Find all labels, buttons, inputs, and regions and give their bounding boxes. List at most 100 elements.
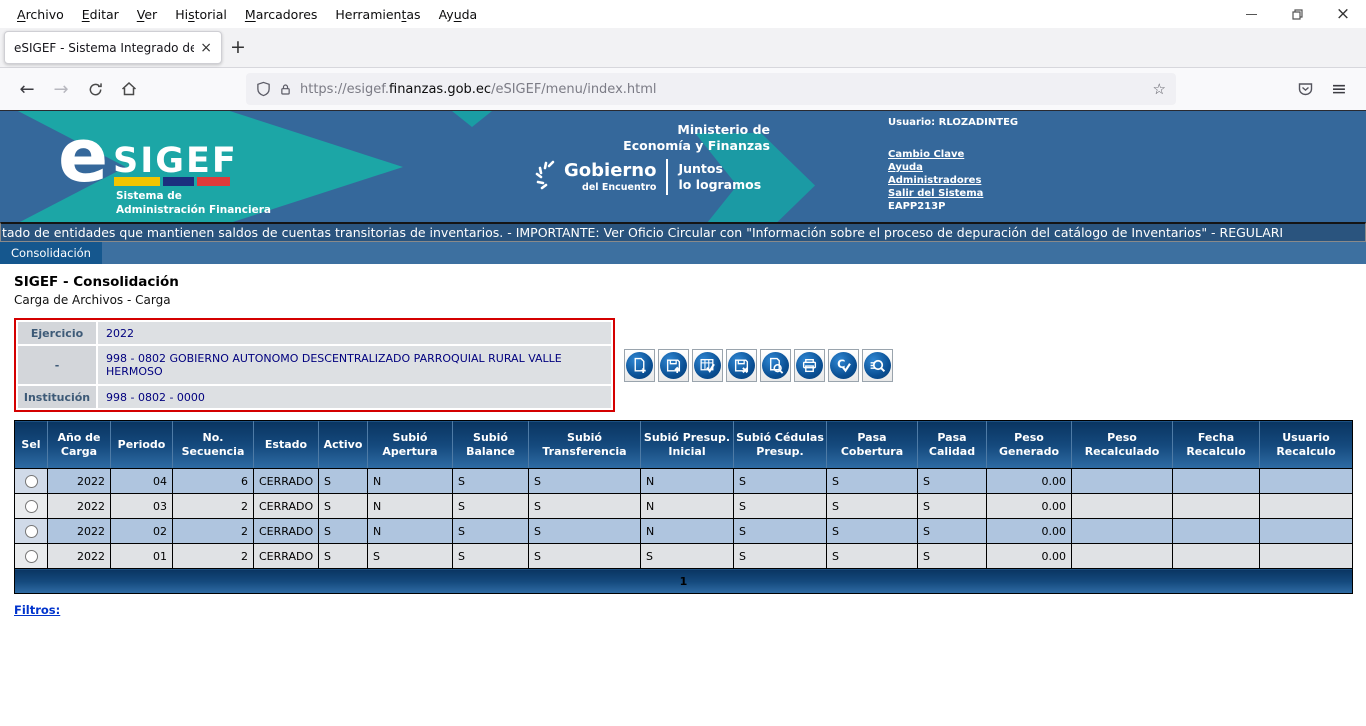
cell: 0.00 bbox=[987, 469, 1072, 494]
pocket-button[interactable] bbox=[1288, 73, 1322, 105]
cell: S bbox=[368, 544, 453, 569]
menu-ayuda[interactable]: Ayuda bbox=[430, 2, 487, 27]
print-button[interactable] bbox=[794, 349, 825, 382]
minimize-icon bbox=[1246, 14, 1257, 15]
app-code: EAPP213P bbox=[888, 200, 1018, 213]
save-upload-icon bbox=[660, 352, 687, 379]
row-select-radio[interactable] bbox=[25, 500, 38, 513]
menu-marcadores[interactable]: Marcadores bbox=[236, 2, 327, 27]
row-select-radio[interactable] bbox=[25, 475, 38, 488]
menu-editar[interactable]: Editar bbox=[73, 2, 128, 27]
tab-title: eSIGEF - Sistema Integrado de Gestió bbox=[14, 41, 194, 55]
cell: S bbox=[734, 469, 827, 494]
home-button[interactable] bbox=[112, 73, 146, 105]
cell: N bbox=[641, 494, 734, 519]
menu-ver[interactable]: Ver bbox=[128, 2, 166, 27]
row-select-radio[interactable] bbox=[25, 550, 38, 563]
pagination-page-1[interactable]: 1 bbox=[15, 569, 1353, 594]
validate-grid-button[interactable] bbox=[692, 349, 723, 382]
form-value-entidad: 998 - 0802 GOBIERNO AUTONOMO DESCENTRALI… bbox=[98, 346, 611, 384]
reload-button[interactable] bbox=[78, 73, 112, 105]
save-upload-button[interactable] bbox=[658, 349, 689, 382]
cell: S bbox=[734, 544, 827, 569]
menu-herramientas[interactable]: Herramientas bbox=[326, 2, 429, 27]
shield-icon[interactable] bbox=[256, 81, 271, 97]
consult-button[interactable] bbox=[862, 349, 893, 382]
cell: 03 bbox=[111, 494, 173, 519]
cell: S bbox=[827, 544, 918, 569]
cell: S bbox=[319, 469, 368, 494]
delete-record-button[interactable] bbox=[726, 349, 757, 382]
new-tab-button[interactable]: + bbox=[222, 31, 254, 63]
url-bar[interactable]: https://esigef.finanzas.gob.ec/eSIGEF/me… bbox=[246, 73, 1176, 105]
esigef-logo-name: SIGEF bbox=[113, 141, 238, 181]
new-record-icon bbox=[626, 352, 653, 379]
col-header: Usuario Recalculo bbox=[1260, 421, 1353, 469]
cell: S bbox=[827, 519, 918, 544]
delete-record-icon bbox=[728, 352, 755, 379]
window-controls: × bbox=[1228, 0, 1366, 28]
preview-document-icon bbox=[762, 352, 789, 379]
row-select-radio[interactable] bbox=[25, 525, 38, 538]
form-label-institucion: Institución bbox=[18, 386, 96, 408]
cell: 2 bbox=[173, 494, 254, 519]
preview-document-button[interactable] bbox=[760, 349, 791, 382]
cell: S bbox=[529, 469, 641, 494]
app-menu-button[interactable]: ≡ bbox=[1322, 73, 1356, 105]
table-row: 2022 02 2 CERRADO S N S S N S S S 0.00 bbox=[15, 519, 1353, 544]
lock-icon[interactable] bbox=[279, 82, 292, 97]
cell: 0.00 bbox=[987, 544, 1072, 569]
bookmark-star-icon[interactable]: ☆ bbox=[1153, 80, 1166, 98]
form-label-ejercicio: Ejercicio bbox=[18, 322, 96, 344]
link-cambio-clave[interactable]: Cambio Clave bbox=[888, 148, 1018, 161]
col-header: Subió Apertura bbox=[368, 421, 453, 469]
filters-link[interactable]: Filtros: bbox=[14, 603, 60, 617]
browser-menubar: Archivo Editar Ver Historial Marcadores … bbox=[0, 0, 1366, 28]
table-header-row: Sel Año de Carga Periodo No. Secuencia E… bbox=[15, 421, 1353, 469]
cell: S bbox=[827, 494, 918, 519]
browser-tab[interactable]: eSIGEF - Sistema Integrado de Gestió × bbox=[4, 31, 222, 64]
menu-archivo[interactable]: Archivo bbox=[8, 2, 73, 27]
back-button[interactable]: ← bbox=[10, 73, 44, 105]
cell: S bbox=[319, 544, 368, 569]
menu-historial[interactable]: Historial bbox=[166, 2, 236, 27]
col-header: Pasa Cobertura bbox=[827, 421, 918, 469]
table-row: 2022 03 2 CERRADO S N S S N S S S 0.00 bbox=[15, 494, 1353, 519]
link-ayuda[interactable]: Ayuda bbox=[888, 161, 1018, 174]
cell: S bbox=[453, 494, 529, 519]
link-administradores[interactable]: Administradores bbox=[888, 174, 1018, 187]
col-header: Subió Cédulas Presup. bbox=[734, 421, 827, 469]
cell: 2 bbox=[173, 544, 254, 569]
cell bbox=[1260, 519, 1353, 544]
tab-close-icon[interactable]: × bbox=[200, 40, 212, 56]
announcement-marquee: tado de entidades que mantienen saldos d… bbox=[0, 222, 1366, 242]
close-button[interactable]: × bbox=[1320, 0, 1366, 28]
minimize-button[interactable] bbox=[1228, 0, 1274, 28]
link-salir-del-sistema[interactable]: Salir del Sistema bbox=[888, 187, 1018, 200]
tab-consolidacion[interactable]: Consolidación bbox=[0, 242, 102, 264]
app-menubar: Consolidación bbox=[0, 242, 1366, 264]
cell: S bbox=[827, 469, 918, 494]
url-text[interactable]: https://esigef.finanzas.gob.ec/eSIGEF/me… bbox=[300, 82, 1145, 97]
cell-select bbox=[15, 469, 48, 494]
forward-button[interactable]: → bbox=[44, 73, 78, 105]
cell: S bbox=[734, 494, 827, 519]
new-record-button[interactable] bbox=[624, 349, 655, 382]
col-header: Peso Generado bbox=[987, 421, 1072, 469]
cell bbox=[1173, 494, 1260, 519]
gobierno-logo: Gobierno del Encuentro Juntos lo logramo… bbox=[534, 159, 761, 195]
cell bbox=[1173, 519, 1260, 544]
cell: S bbox=[918, 469, 987, 494]
cell bbox=[1072, 544, 1173, 569]
cell: S bbox=[453, 469, 529, 494]
print-icon bbox=[796, 352, 823, 379]
ecuador-flag-stripe bbox=[114, 177, 230, 186]
selection-form: Ejercicio 2022 - 998 - 0802 GOBIERNO AUT… bbox=[14, 318, 615, 412]
cell: N bbox=[368, 519, 453, 544]
browser-navbar: ← → https://esigef.finanzas.gob.ec/eSIGE… bbox=[0, 68, 1366, 110]
form-value-institucion: 998 - 0802 - 0000 bbox=[98, 386, 611, 408]
restore-button[interactable] bbox=[1274, 0, 1320, 28]
approve-button[interactable]: C bbox=[828, 349, 859, 382]
approve-check-icon: C bbox=[830, 352, 857, 379]
cell: 2 bbox=[173, 519, 254, 544]
